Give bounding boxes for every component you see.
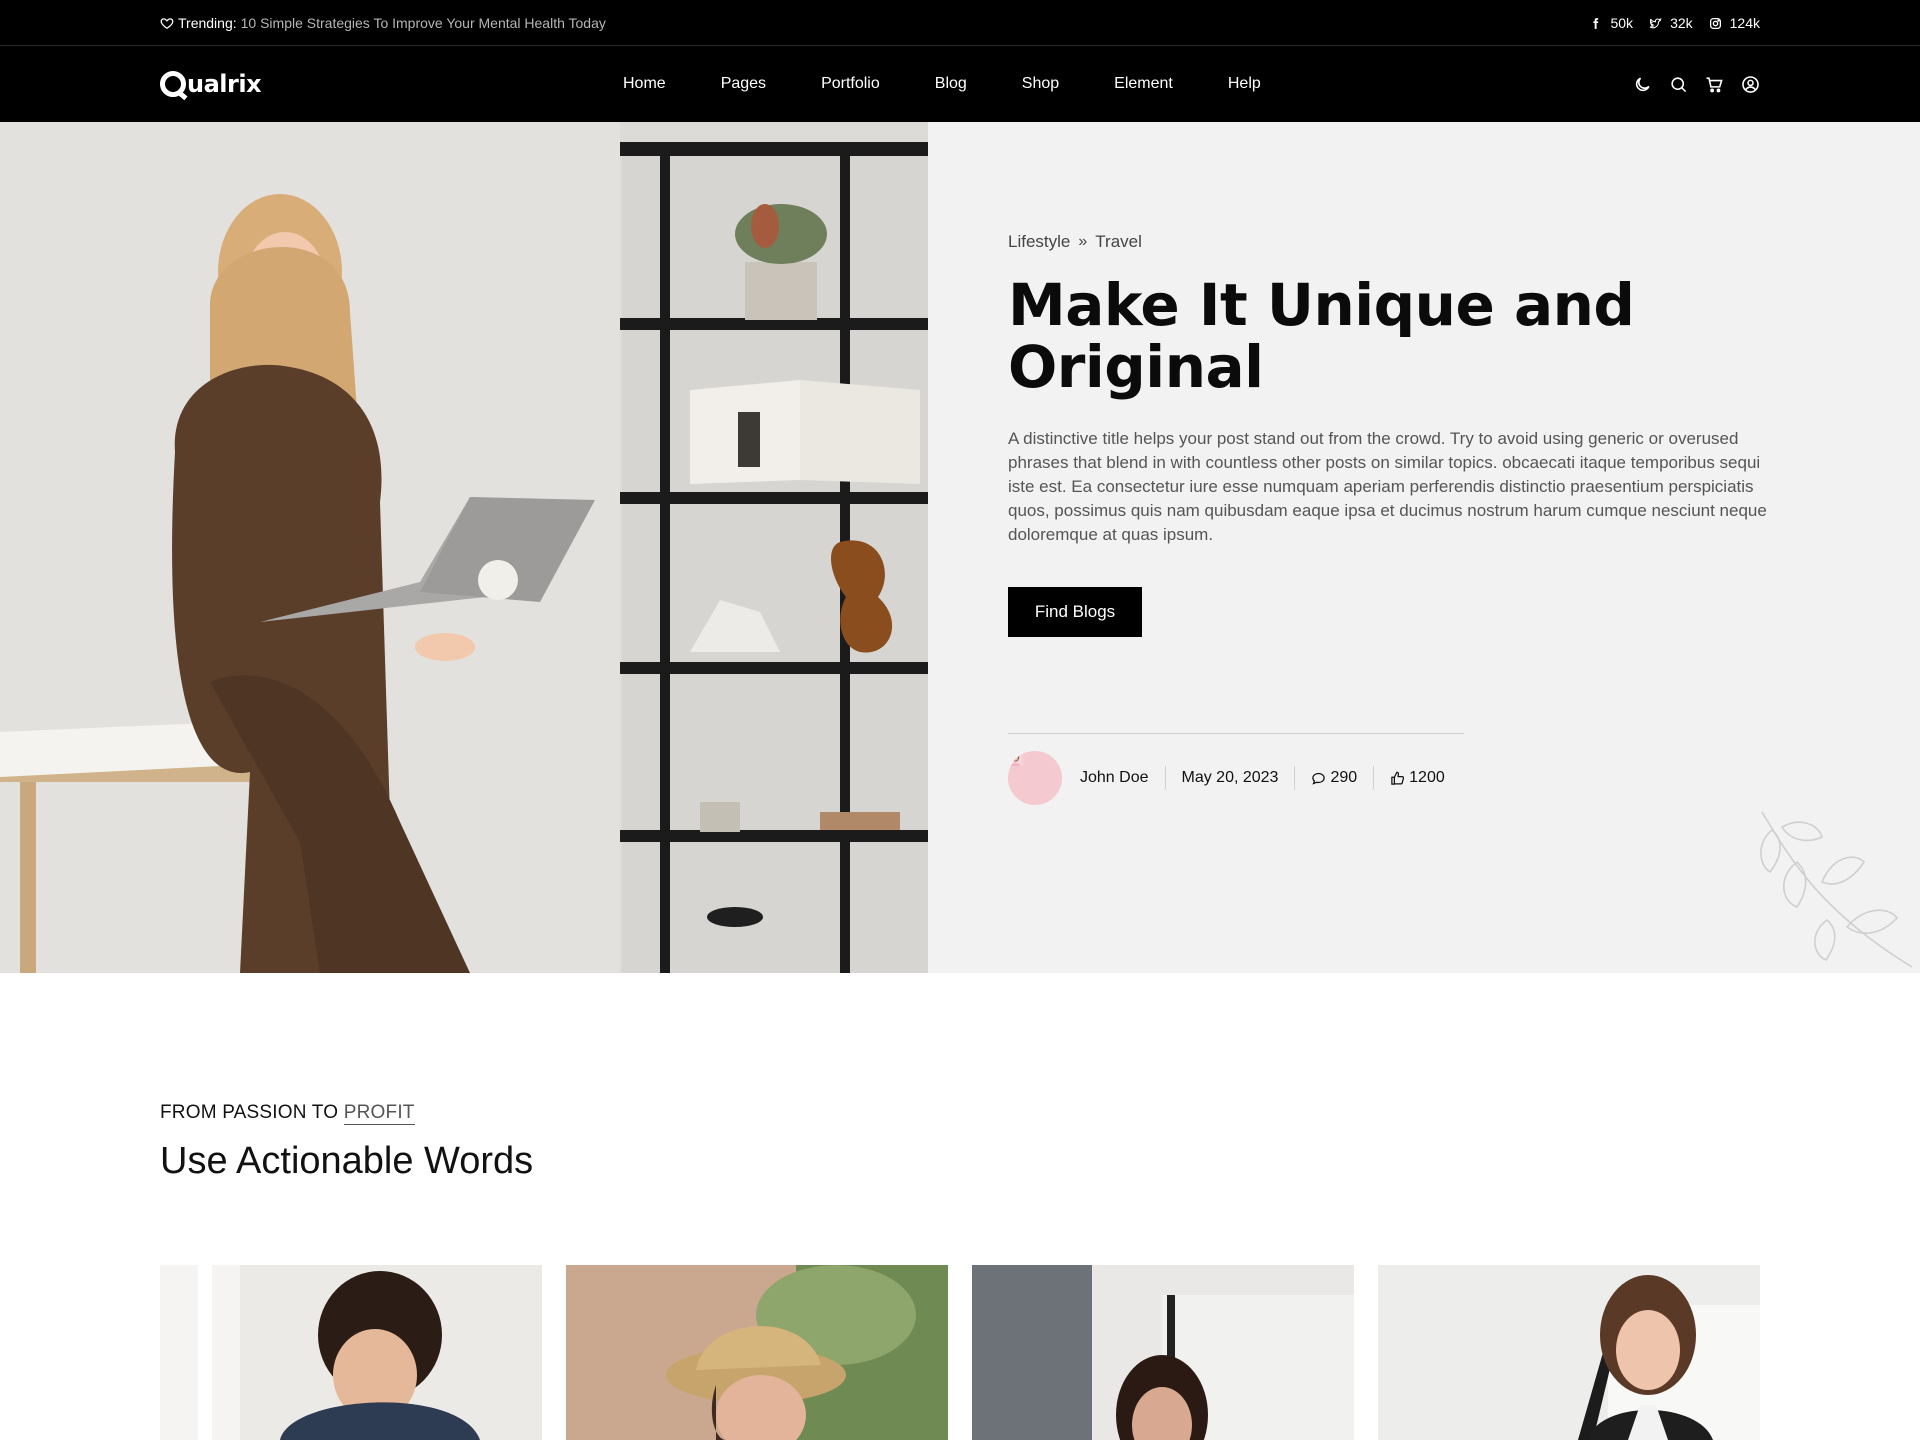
main-menu: Home Pages Portfolio Blog Shop Element H… — [623, 46, 1261, 122]
post-card-image[interactable] — [972, 1265, 1354, 1440]
facebook-icon — [1593, 17, 1599, 29]
meta-separator — [1294, 766, 1296, 790]
nav-item-element[interactable]: Element — [1114, 75, 1173, 93]
breadcrumb-separator: » — [1078, 233, 1088, 250]
kicker-accent: PROFIT — [343, 1102, 415, 1125]
site-logo[interactable]: ualrix — [160, 68, 262, 100]
likes-value: 1200 — [1409, 769, 1445, 786]
nav-item-pages[interactable]: Pages — [721, 75, 766, 93]
heart-icon — [160, 16, 174, 30]
meta-divider — [1008, 733, 1464, 734]
instagram-count: 124k — [1729, 15, 1760, 31]
hero-description: A distinctive title helps your post stan… — [1008, 429, 1767, 544]
cart-icon[interactable] — [1705, 75, 1724, 94]
logo-text: ualrix — [187, 70, 262, 98]
nav-actions — [1633, 46, 1760, 122]
likes-count[interactable]: 1200 — [1390, 769, 1445, 787]
user-icon[interactable] — [1741, 75, 1760, 94]
breadcrumb-travel[interactable]: Travel — [1095, 232, 1142, 252]
post-card-image[interactable] — [1378, 1265, 1760, 1440]
post-card-image[interactable] — [566, 1265, 948, 1440]
instagram-icon — [1709, 17, 1721, 29]
trending-headline[interactable]: 10 Simple Strategies To Improve Your Men… — [241, 15, 606, 31]
meta-separator — [1373, 766, 1375, 790]
author-name[interactable]: John Doe — [1080, 769, 1149, 787]
nav-item-home[interactable]: Home — [623, 75, 666, 93]
search-icon[interactable] — [1669, 75, 1688, 94]
trending-ticker[interactable]: Trending: 10 Simple Strategies To Improv… — [160, 0, 606, 46]
post-meta: John Doe May 20, 2023 290 1200 — [1008, 750, 1445, 806]
thumbs-up-icon — [1391, 771, 1405, 785]
comments-count[interactable]: 290 — [1311, 769, 1357, 787]
breadcrumb-lifestyle[interactable]: Lifestyle — [1008, 232, 1070, 252]
section-title: Use Actionable Words — [160, 1140, 534, 1182]
hero-image — [0, 122, 928, 973]
leaf-decoration-icon — [1760, 811, 1913, 968]
comments-value: 290 — [1330, 769, 1358, 786]
meta-separator — [1164, 766, 1166, 790]
moon-icon[interactable] — [1633, 75, 1652, 94]
twitter-count: 32k — [1670, 15, 1693, 31]
social-counts: 50k 32k 124k — [1589, 0, 1760, 46]
section-kicker: FROM PASSION TO PROFIT — [160, 1102, 415, 1125]
post-card-image[interactable] — [160, 1265, 542, 1440]
top-bar: Trending: 10 Simple Strategies To Improv… — [0, 0, 1920, 46]
author-avatar[interactable] — [1008, 751, 1062, 805]
post-date: May 20, 2023 — [1181, 769, 1279, 786]
nav-item-help[interactable]: Help — [1228, 75, 1261, 93]
comment-icon — [1312, 772, 1326, 785]
hero-section: Lifestyle » Travel Make It Unique and Or… — [0, 122, 1920, 973]
main-navbar: ualrix Home Pages Portfolio Blog Shop El… — [0, 46, 1920, 122]
post-cards — [160, 1265, 1760, 1440]
kicker-prefix: FROM PASSION TO — [160, 1102, 339, 1123]
breadcrumb: Lifestyle » Travel — [1008, 232, 1142, 252]
hero-title: Make It Unique and Original — [1008, 271, 1635, 401]
find-blogs-button[interactable]: Find Blogs — [1008, 587, 1142, 637]
instagram-link[interactable]: 124k — [1709, 15, 1760, 31]
nav-item-shop[interactable]: Shop — [1022, 75, 1059, 93]
facebook-count: 50k — [1610, 15, 1634, 31]
nav-item-blog[interactable]: Blog — [935, 75, 967, 93]
facebook-link[interactable]: 50k — [1589, 15, 1633, 31]
logo-q-mark — [160, 71, 186, 97]
nav-item-portfolio[interactable]: Portfolio — [821, 75, 880, 93]
trending-label: Trending: — [178, 15, 237, 31]
twitter-icon — [1649, 17, 1662, 28]
twitter-link[interactable]: 32k — [1649, 15, 1693, 31]
